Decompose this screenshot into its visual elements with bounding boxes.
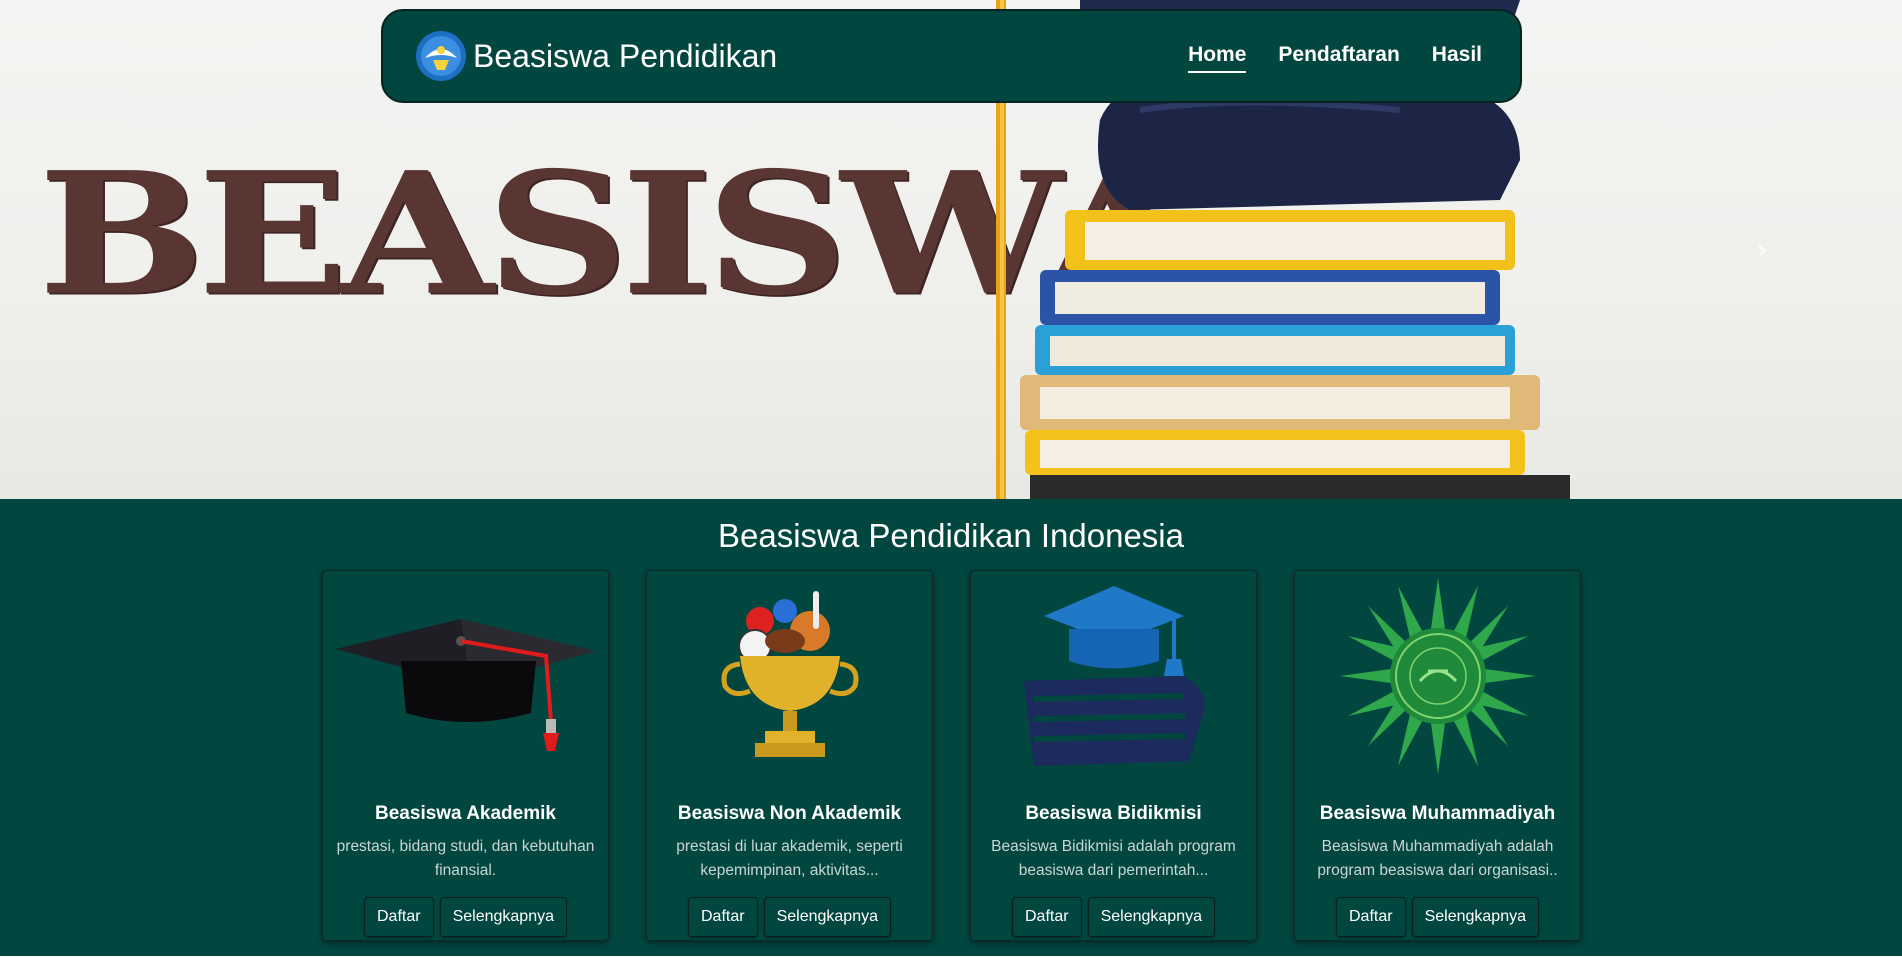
nav-home-link[interactable]: Home (1188, 39, 1247, 73)
scholarship-section: Beasiswa Pendidikan Indonesia Beasiswa A… (0, 499, 1902, 958)
brand-link[interactable]: Beasiswa Pendidikan (415, 30, 777, 82)
daftar-button[interactable]: Daftar (688, 897, 758, 937)
brand-name: Beasiswa Pendidikan (473, 37, 778, 74)
card-description: prestasi, bidang studi, dan kebutuhan fi… (336, 838, 595, 879)
card-list: Beasiswa Akademik prestasi, bidang studi… (322, 570, 1581, 941)
card-title: Beasiswa Akademik (375, 803, 556, 824)
card-description: Beasiswa Muhammadiyah adalah program bea… (1317, 838, 1558, 879)
card-akademik: Beasiswa Akademik prestasi, bidang studi… (322, 570, 609, 941)
selengkapnya-button[interactable]: Selengkapnya (439, 897, 567, 937)
card-bidikmisi: Beasiswa Bidikmisi Beasiswa Bidikmisi ad… (970, 570, 1257, 941)
daftar-button[interactable]: Daftar (1336, 897, 1406, 937)
sports-trophy-icon (721, 590, 858, 757)
section-title: Beasiswa Pendidikan Indonesia (718, 517, 1184, 554)
nav-links: Home Pendaftaran Hasil (1188, 39, 1482, 73)
card-actions: Daftar Selengkapnya (1012, 897, 1215, 937)
card-title: Beasiswa Bidikmisi (1025, 803, 1202, 824)
card-title: Beasiswa Non Akademik (677, 803, 902, 824)
daftar-button[interactable]: Daftar (364, 897, 434, 937)
navbar: Beasiswa Pendidikan Home Pendaftaran Has… (381, 9, 1522, 103)
card-description: Beasiswa Bidikmisi adalah program beasis… (991, 838, 1236, 879)
selengkapnya-button[interactable]: Selengkapnya (763, 897, 891, 937)
card-image (323, 573, 608, 778)
graduation-cap-icon (335, 618, 596, 751)
carousel-next-button[interactable]: › (1750, 236, 1774, 264)
muhammadiyah-emblem-icon (1339, 577, 1536, 774)
card-image (1295, 573, 1580, 778)
card-non-akademik: Beasiswa Non Akademik prestasi di luar a… (646, 570, 933, 941)
card-muhammadiyah: Beasiswa Muhammadiyah Beasiswa Muhammadi… (1294, 570, 1581, 941)
nav-hasil-link[interactable]: Hasil (1432, 39, 1482, 73)
tut-wuri-handayani-logo-icon (416, 31, 466, 81)
card-image (971, 573, 1256, 778)
card-actions: Daftar Selengkapnya (364, 897, 567, 937)
selengkapnya-button[interactable]: Selengkapnya (1411, 897, 1539, 937)
chevron-right-icon: › (1756, 233, 1768, 266)
card-actions: Daftar Selengkapnya (1336, 897, 1539, 937)
card-description: prestasi di luar akademik, seperti kepem… (676, 838, 903, 879)
card-image (647, 573, 932, 778)
nav-pendaftaran-link[interactable]: Pendaftaran (1278, 39, 1399, 73)
card-title: Beasiswa Muhammadiyah (1319, 803, 1556, 824)
selengkapnya-button[interactable]: Selengkapnya (1087, 897, 1215, 937)
card-actions: Daftar Selengkapnya (688, 897, 891, 937)
cap-on-books-icon (1023, 585, 1205, 766)
daftar-button[interactable]: Daftar (1012, 897, 1082, 937)
